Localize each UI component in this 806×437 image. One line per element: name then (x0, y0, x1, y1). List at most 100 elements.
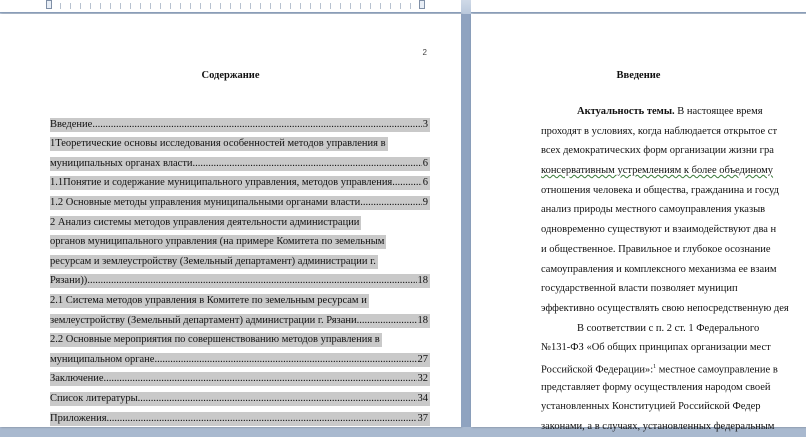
toc-leader-dots (107, 412, 417, 426)
toc-entry[interactable]: Заключение 32 (50, 367, 430, 387)
toc-entry-highlight: 1.2 Основные методы управления муниципал… (50, 195, 430, 210)
body-line-text: Российской Федерации»: (541, 364, 654, 376)
toc-entry-text: 1.2 Основные методы управления муниципал… (50, 196, 361, 208)
toc-entry-text: 1.1Понятие и содержание муниципального у… (50, 177, 393, 189)
toc-leader-dots (392, 176, 421, 190)
body-line: отношения человека и общества, гражданин… (541, 181, 806, 201)
toc-entry-text: муниципальном органе (50, 353, 155, 365)
ruler-right-segment (471, 0, 806, 13)
bold-phrase: Актуальность темы. (577, 106, 675, 117)
toc-entry[interactable]: муниципальных органах власти 6 (50, 151, 430, 171)
toc-entry[interactable]: 1.1Понятие и содержание муниципального у… (50, 171, 430, 191)
document-page-right[interactable]: Введение Актуальность темы. В настоящее … (471, 14, 806, 432)
ruler-ticks (60, 3, 420, 9)
toc-page-number: 3 (422, 118, 428, 130)
document-page-left[interactable]: 2 Содержание Введение 3 1Теоретические осн… (0, 14, 461, 427)
toc-page-number: 6 (422, 177, 428, 189)
toc-entry-highlight: Список литературы 34 (50, 391, 430, 406)
introduction-heading: Введение (616, 70, 661, 81)
toc-entry[interactable]: 2.1 Система методов управления в Комитет… (50, 288, 430, 308)
toc-entry-highlight: 1Теоретические основы исследования особе… (50, 137, 388, 152)
body-line: эффективно осуществлять свою непосредств… (541, 299, 806, 319)
toc-entry[interactable]: 2 Анализ системы методов управления деят… (50, 210, 430, 230)
body-line: №131-ФЗ «Об общих принципах организации … (541, 338, 806, 358)
body-line: проходят в условиях, когда наблюдается о… (541, 122, 806, 142)
toc-entry-text: Приложения (50, 412, 107, 424)
body-line-text: эффективно осуществлять свою непосредств… (541, 302, 789, 314)
toc-entry[interactable]: ресурсам и землеустройству (Земельный де… (50, 249, 430, 269)
body-line: Актуальность темы. В настоящее время (541, 102, 806, 122)
toc-entry[interactable]: 1.2 Основные методы управления муниципал… (50, 190, 430, 210)
toc-entry-text: 1Теоретические основы исследования особе… (50, 138, 386, 150)
body-line-text: установленных Конституцией Российской Фе… (541, 401, 761, 413)
right-indent-marker[interactable] (419, 0, 425, 9)
body-line-text: одновременно существуют и взаимодействую… (541, 224, 777, 236)
body-line-text: государственной власти позволяет муницип (541, 283, 738, 295)
toc-leader-dots (357, 314, 417, 328)
toc-entry[interactable]: Приложения 37 (50, 406, 430, 426)
page-number: 2 (422, 48, 427, 57)
body-line-text: №131-ФЗ «Об общих принципах организации … (541, 342, 771, 354)
toc-leader-dots (92, 118, 421, 132)
toc-entry-text: Заключение (50, 373, 104, 385)
horizontal-ruler[interactable] (0, 0, 806, 14)
body-line-text: проходят в условиях, когда наблюдается о… (541, 125, 778, 137)
toc-entry-text: Список литературы (50, 392, 138, 404)
body-line-text: всех демократических форм организации жи… (541, 145, 774, 157)
toc-entry-highlight: муниципальных органах власти 6 (50, 156, 430, 171)
toc-leader-dots (193, 157, 422, 171)
toc-entry[interactable]: Введение 3 (50, 112, 430, 132)
toc-entry-highlight: 2 Анализ системы методов управления деят… (50, 215, 362, 230)
toc-entry-text: муниципальных органах власти (50, 157, 193, 169)
toc-entry[interactable]: Список литературы 34 (50, 386, 430, 406)
toc-entry-text: ресурсам и землеустройству (Земельный де… (50, 255, 376, 267)
toc-entry-highlight: 1.1Понятие и содержание муниципального у… (50, 176, 430, 191)
body-line: установленных Конституцией Российской Фе… (541, 397, 806, 417)
body-line: анализ природы местного самоуправления у… (541, 200, 806, 220)
toc-entry-text: 2.1 Система методов управления в Комитет… (50, 294, 367, 306)
toc-heading: Содержание (201, 70, 260, 81)
body-line-text: самоуправления и комплексного механизма … (541, 263, 777, 275)
body-line-text: консервативным устремлениям к более объе… (541, 165, 774, 177)
body-line: и общественное. Правильное и глубокое ос… (541, 240, 806, 260)
body-line: Российской Федерации»:1 местное самоупра… (541, 358, 806, 378)
body-line-text: представляет форму осуществления народом… (541, 381, 771, 393)
table-of-contents: Введение 3 1Теоретические основы исследова… (50, 112, 430, 426)
toc-entry-text: 2 Анализ системы методов управления деят… (50, 216, 360, 228)
body-line-text: отношения человека и общества, гражданин… (541, 184, 779, 196)
toc-entry[interactable]: землеустройству (Земельный департамент) … (50, 308, 430, 328)
page-gap (461, 14, 471, 427)
toc-entry[interactable]: муниципальном органе 27 (50, 347, 430, 367)
toc-entry-highlight: Введение 3 (50, 117, 430, 132)
toc-entry[interactable]: Рязани)) 18 (50, 269, 430, 289)
toc-entry-highlight: 2.1 Система методов управления в Комитет… (50, 293, 369, 308)
body-line-text: В настоящее время (674, 106, 763, 117)
toc-entry-highlight: органов муниципального управления (на пр… (50, 235, 387, 250)
indent-marker[interactable] (46, 0, 52, 9)
introduction-body: Актуальность темы. В настоящее время прох… (541, 102, 806, 437)
toc-entry-highlight: Заключение 32 (50, 372, 430, 387)
toc-page-number: 18 (417, 314, 429, 326)
body-line: самоуправления и комплексного механизма … (541, 260, 806, 280)
toc-entry-text: Рязани)) (50, 275, 88, 287)
toc-entry-highlight: Рязани)) 18 (50, 274, 430, 289)
body-line: В соответствии с п. 2 ст. 1 Федерального (541, 319, 806, 339)
toc-entry-text: органов муниципального управления (на пр… (50, 236, 385, 248)
body-line: всех демократических форм организации жи… (541, 141, 806, 161)
toc-leader-dots (154, 353, 416, 367)
body-line: одновременно существуют и взаимодействую… (541, 220, 806, 240)
toc-entry-highlight: муниципальном органе 27 (50, 352, 430, 367)
body-line-tail: местное самоуправление в (656, 364, 778, 376)
body-line: государственной власти позволяет муницип (541, 279, 806, 299)
toc-entry[interactable]: органов муниципального управления (на пр… (50, 230, 430, 250)
body-line-text: В соответствии с п. 2 ст. 1 Федерального (577, 322, 760, 334)
body-line: консервативным устремлениям к более объе… (541, 161, 806, 181)
toc-entry[interactable]: 1Теоретические основы исследования особе… (50, 132, 430, 152)
toc-entry-highlight: 2.2 Основные мероприятия по совершенство… (50, 333, 382, 348)
toc-entry-text: Введение (50, 118, 93, 130)
toc-entry[interactable]: 2.2 Основные мероприятия по совершенство… (50, 328, 430, 348)
toc-page-number: 9 (422, 196, 428, 208)
toc-page-number: 32 (417, 373, 429, 385)
body-line-text: анализ природы местного самоуправления у… (541, 204, 766, 216)
toc-entry-highlight: ресурсам и землеустройству (Земельный де… (50, 254, 378, 269)
